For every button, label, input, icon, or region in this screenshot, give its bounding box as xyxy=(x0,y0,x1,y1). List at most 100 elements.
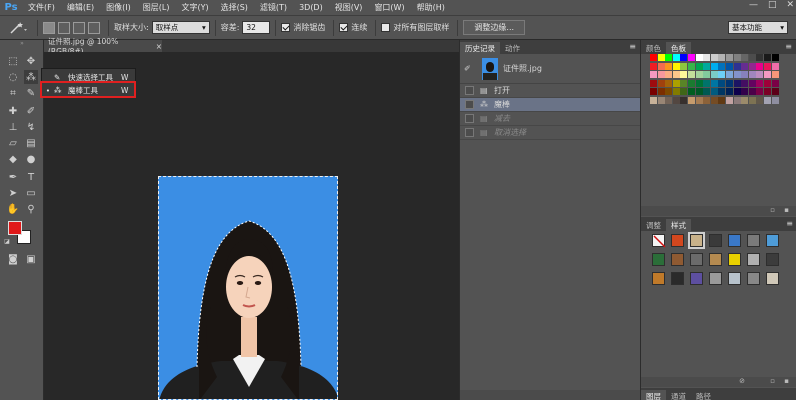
blur-tool-icon[interactable]: ◆ xyxy=(6,152,20,166)
history-snapshot[interactable]: ✐ 证件照.jpg xyxy=(460,54,640,84)
color-swatch[interactable] xyxy=(672,71,680,78)
color-swatch[interactable] xyxy=(688,79,695,87)
healing-brush-icon[interactable]: ✚ xyxy=(6,104,20,118)
quick-mask-icon[interactable]: ◙ xyxy=(6,252,20,266)
trash-icon[interactable]: ▪ xyxy=(784,206,789,214)
refine-edge-button[interactable]: 调整边缘... xyxy=(463,20,526,35)
menu-3d[interactable]: 3D(D) xyxy=(293,3,329,12)
color-swatch[interactable] xyxy=(680,88,688,95)
style-swatch[interactable] xyxy=(728,234,741,247)
history-brush-icon[interactable]: ↯ xyxy=(24,120,38,134)
new-style-icon[interactable]: ▫ xyxy=(770,377,775,385)
color-swatch[interactable] xyxy=(695,79,703,87)
color-swatch[interactable] xyxy=(718,96,726,104)
eyedropper-tool-icon[interactable]: ✎ xyxy=(24,86,38,100)
color-swatch[interactable] xyxy=(756,88,764,95)
marquee-tool-icon[interactable]: ⬚ xyxy=(6,54,20,68)
style-swatch[interactable] xyxy=(652,253,665,266)
history-step-open[interactable]: ▤ 打开 xyxy=(460,84,640,98)
color-swatch[interactable] xyxy=(665,54,673,61)
color-swatch[interactable] xyxy=(764,96,771,104)
color-swatch[interactable] xyxy=(672,88,680,95)
color-swatch[interactable] xyxy=(771,79,779,87)
gradient-tool-icon[interactable]: ▤ xyxy=(24,136,38,150)
color-swatch[interactable] xyxy=(741,62,749,70)
color-swatch[interactable] xyxy=(657,54,665,61)
color-swatch[interactable] xyxy=(756,71,764,78)
color-swatch[interactable] xyxy=(665,79,673,87)
style-swatch[interactable] xyxy=(690,253,703,266)
color-swatch[interactable] xyxy=(710,54,718,61)
style-swatch[interactable] xyxy=(690,272,703,285)
color-swatch[interactable] xyxy=(710,88,718,95)
color-swatch[interactable] xyxy=(695,62,703,70)
style-swatch[interactable] xyxy=(766,272,779,285)
color-swatch[interactable] xyxy=(771,54,779,61)
none-icon[interactable] xyxy=(652,234,666,248)
history-brush-source-icon[interactable]: ✐ xyxy=(464,64,478,73)
add-to-selection-button[interactable] xyxy=(58,21,70,34)
color-swatch[interactable] xyxy=(726,71,733,78)
menu-edit[interactable]: 编辑(E) xyxy=(61,2,100,13)
color-swatch[interactable] xyxy=(695,54,703,61)
color-swatch[interactable] xyxy=(741,71,749,78)
color-swatch[interactable] xyxy=(771,71,779,78)
history-step-magic-wand[interactable]: ⁂ 魔棒 xyxy=(460,98,640,112)
history-checkbox[interactable] xyxy=(465,128,474,137)
color-swatch[interactable] xyxy=(718,71,726,78)
tab-paths[interactable]: 路径 xyxy=(691,390,716,400)
color-swatch[interactable] xyxy=(657,88,665,95)
color-swatch[interactable] xyxy=(650,88,657,95)
menu-image[interactable]: 图像(I) xyxy=(100,2,137,13)
color-swatch[interactable] xyxy=(680,96,688,104)
color-swatch[interactable] xyxy=(741,96,749,104)
history-checkbox[interactable] xyxy=(465,100,474,109)
color-swatch[interactable] xyxy=(695,71,703,78)
tab-color[interactable]: 颜色 xyxy=(641,42,666,54)
color-swatch[interactable] xyxy=(703,88,711,95)
color-swatch[interactable] xyxy=(756,96,764,104)
style-swatch[interactable] xyxy=(652,272,665,285)
close-tab-icon[interactable]: × xyxy=(156,42,162,51)
document-tab[interactable]: 证件照.jpg @ 100%(RGB/8#) × xyxy=(44,37,162,56)
hand-tool-icon[interactable]: ✋ xyxy=(6,202,20,216)
color-swatch[interactable] xyxy=(650,62,657,70)
color-swatch[interactable] xyxy=(756,54,764,61)
color-swatch[interactable] xyxy=(672,96,680,104)
history-checkbox[interactable] xyxy=(465,86,474,95)
sample-size-select[interactable]: 取样点 ▾ xyxy=(151,21,210,34)
history-checkbox[interactable] xyxy=(465,114,474,123)
style-swatch[interactable] xyxy=(671,234,684,247)
color-swatch[interactable] xyxy=(718,88,726,95)
panel-collapse-icon[interactable]: » xyxy=(2,40,42,47)
trash-icon[interactable]: ▪ xyxy=(784,377,789,385)
menu-type[interactable]: 文字(Y) xyxy=(175,2,214,13)
dodge-tool-icon[interactable]: ● xyxy=(24,152,38,166)
intersect-selection-button[interactable] xyxy=(88,21,100,34)
color-swatch[interactable] xyxy=(672,62,680,70)
close-button[interactable]: ✕ xyxy=(786,0,794,10)
default-colors-icon[interactable]: ◪ xyxy=(3,237,11,245)
color-swatch[interactable] xyxy=(756,62,764,70)
style-swatch[interactable] xyxy=(671,253,684,266)
panel-menu-icon[interactable]: ≡ xyxy=(785,42,792,51)
color-swatch[interactable] xyxy=(733,79,741,87)
color-swatch[interactable] xyxy=(650,79,657,87)
menu-window[interactable]: 窗口(W) xyxy=(368,2,410,13)
menu-help[interactable]: 帮助(H) xyxy=(411,2,451,13)
brush-tool-icon[interactable]: ✐ xyxy=(24,104,38,118)
antialias-checkbox[interactable] xyxy=(281,23,291,32)
color-swatch[interactable] xyxy=(748,71,756,78)
color-swatch[interactable] xyxy=(703,71,711,78)
maximize-button[interactable]: □ xyxy=(768,0,777,10)
tab-adjustments[interactable]: 调整 xyxy=(641,219,666,231)
menu-view[interactable]: 视图(V) xyxy=(329,2,369,13)
style-swatch[interactable] xyxy=(747,272,760,285)
color-swatch[interactable] xyxy=(756,79,764,87)
style-swatch[interactable] xyxy=(688,232,705,249)
style-swatch[interactable] xyxy=(671,272,684,285)
color-swatch[interactable] xyxy=(764,71,771,78)
style-swatch[interactable] xyxy=(747,234,760,247)
tool-preset-picker[interactable] xyxy=(4,19,32,37)
color-swatch[interactable] xyxy=(657,62,665,70)
